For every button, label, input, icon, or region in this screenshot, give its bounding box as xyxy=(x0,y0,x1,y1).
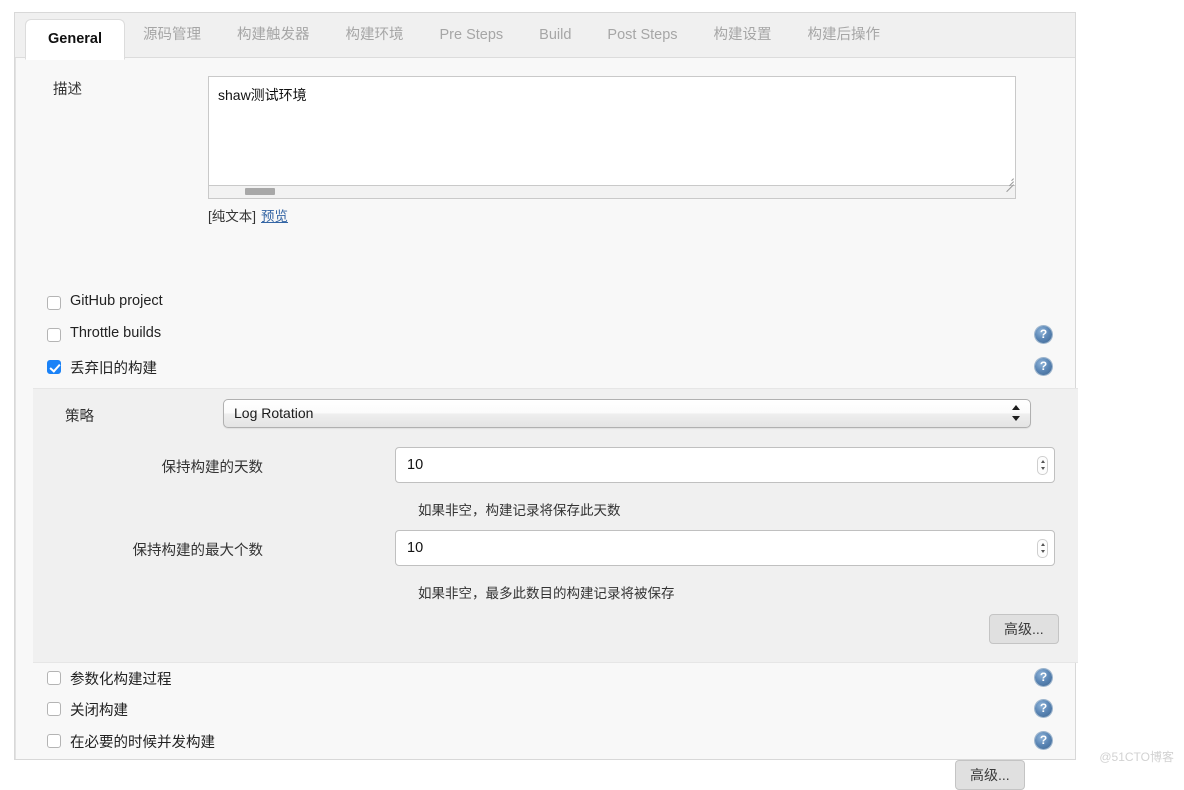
checkbox-label[interactable]: 关闭构建 xyxy=(70,699,128,720)
checkbox-label[interactable]: 参数化构建过程 xyxy=(70,668,172,689)
checkbox-row-github-project: GitHub project xyxy=(15,289,1077,320)
log-rotation-panel: 策略 Log Rotation 保持构建的天数 10 如果非空，构建记录将保存此… xyxy=(33,388,1078,663)
max-builds-label: 保持构建的最大个数 xyxy=(113,539,263,560)
checkbox-row-disable-build: 关闭构建 xyxy=(15,695,1077,726)
job-config-container: General 源码管理 构建触发器 构建环境 Pre Steps Build … xyxy=(14,12,1076,760)
help-icon-disable-build[interactable] xyxy=(1035,700,1052,717)
strategy-select-wrap: Log Rotation xyxy=(223,399,1031,428)
general-advanced-button[interactable]: 高级... xyxy=(955,760,1025,790)
help-icon-parameterized-build[interactable] xyxy=(1035,669,1052,686)
checkbox-label[interactable]: 在必要的时候并发构建 xyxy=(70,731,215,752)
tab-label: General xyxy=(48,31,102,47)
description-label: 描述 xyxy=(53,78,82,99)
help-icon-throttle-builds[interactable] xyxy=(1035,326,1052,343)
max-builds-value: 10 xyxy=(407,531,423,565)
days-to-keep-stepper[interactable] xyxy=(1037,456,1048,475)
tab-label: 构建设置 xyxy=(714,27,772,43)
help-icon-concurrent-builds[interactable] xyxy=(1035,732,1052,749)
strategy-label: 策略 xyxy=(65,405,94,426)
tab-label: 构建环境 xyxy=(346,27,404,43)
checkbox-row-parameterized-build: 参数化构建过程 xyxy=(15,664,1077,695)
tab-pre-steps[interactable]: Pre Steps xyxy=(422,13,522,59)
description-hscrollbar[interactable] xyxy=(208,186,1016,199)
checkbox-row-discard-old-builds: 丢弃旧的构建 xyxy=(15,353,1077,384)
description-row: 描述 [纯文本] 预览 xyxy=(15,58,1077,233)
max-builds-hint: 如果非空，最多此数目的构建记录将被保存 xyxy=(418,582,675,602)
tab-build-settings[interactable]: 构建设置 xyxy=(696,13,790,59)
help-icon-discard-old-builds[interactable] xyxy=(1035,358,1052,375)
tab-label: 构建后操作 xyxy=(808,27,881,43)
checkbox-row-throttle-builds: Throttle builds xyxy=(15,321,1077,352)
tab-general[interactable]: General xyxy=(25,19,125,60)
max-builds-field[interactable]: 10 xyxy=(395,530,1055,566)
checkbox-label[interactable]: GitHub project xyxy=(70,293,163,309)
tab-label: 源码管理 xyxy=(143,27,201,43)
description-textarea-wrap xyxy=(208,76,1016,201)
days-to-keep-hint: 如果非空，构建记录将保存此天数 xyxy=(418,499,621,519)
description-input[interactable] xyxy=(208,76,1016,186)
select-updown-arrows-icon xyxy=(1012,404,1021,424)
plain-text-note: [纯文本] xyxy=(208,209,256,224)
checkbox-throttle-builds[interactable] xyxy=(47,328,61,342)
tab-post-build-actions[interactable]: 构建后操作 xyxy=(790,13,899,59)
tab-label: Build xyxy=(539,27,571,43)
checkbox-row-concurrent-builds: 在必要的时候并发构建 xyxy=(15,727,1077,758)
strategy-select-value: Log Rotation xyxy=(234,400,313,427)
checkbox-github-project[interactable] xyxy=(47,296,61,310)
tab-label: Post Steps xyxy=(607,27,677,43)
days-to-keep-field[interactable]: 10 xyxy=(395,447,1055,483)
scrollbar-thumb[interactable] xyxy=(245,188,275,195)
days-to-keep-label: 保持构建的天数 xyxy=(113,456,263,477)
checkbox-label[interactable]: Throttle builds xyxy=(70,325,161,341)
config-tab-bar: General 源码管理 构建触发器 构建环境 Pre Steps Build … xyxy=(15,12,1075,58)
checkbox-discard-old-builds[interactable] xyxy=(47,360,61,374)
description-footer: [纯文本] 预览 xyxy=(208,205,288,225)
checkbox-label[interactable]: 丢弃旧的构建 xyxy=(70,357,157,378)
tab-label: Pre Steps xyxy=(440,27,504,43)
tab-label: 构建触发器 xyxy=(237,27,310,43)
general-form-body: 描述 [纯文本]预览 GitHub project Throttle buil xyxy=(15,58,1075,759)
tab-build-environment[interactable]: 构建环境 xyxy=(328,13,422,59)
days-to-keep-value: 10 xyxy=(407,448,423,482)
checkbox-parameterized-build[interactable] xyxy=(47,671,61,685)
tab-post-steps[interactable]: Post Steps xyxy=(589,13,695,59)
checkbox-disable-build[interactable] xyxy=(47,702,61,716)
tab-build[interactable]: Build xyxy=(521,13,589,59)
checkbox-concurrent-builds[interactable] xyxy=(47,734,61,748)
tab-build-triggers[interactable]: 构建触发器 xyxy=(219,13,328,59)
max-builds-stepper[interactable] xyxy=(1037,539,1048,558)
watermark: @51CTO博客 xyxy=(1099,748,1174,765)
strategy-select[interactable]: Log Rotation xyxy=(223,399,1031,428)
preview-link[interactable]: 预览 xyxy=(261,209,288,224)
tab-scm[interactable]: 源码管理 xyxy=(125,13,219,59)
log-rotation-advanced-button[interactable]: 高级... xyxy=(989,614,1059,644)
